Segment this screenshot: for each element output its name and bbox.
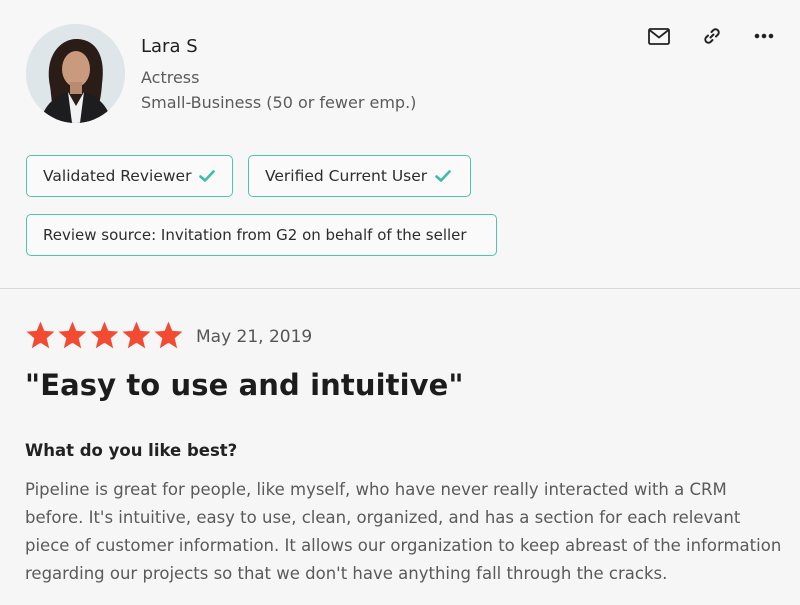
- review-question: What do you like best?: [25, 441, 238, 460]
- validated-reviewer-badge[interactable]: Validated Reviewer: [26, 155, 233, 197]
- review-date: May 21, 2019: [196, 327, 313, 347]
- star-rating: [25, 320, 184, 350]
- validated-reviewer-label: Validated Reviewer: [43, 167, 192, 185]
- check-icon: [199, 170, 216, 182]
- reviewer-panel: Lara S Actress Small-Business (50 or few…: [0, 0, 800, 288]
- star-icon: [26, 321, 55, 349]
- review-source-badge[interactable]: Review source: Invitation from G2 on beh…: [26, 214, 497, 256]
- verified-current-user-label: Verified Current User: [265, 167, 428, 185]
- link-button[interactable]: [699, 24, 725, 48]
- star-icon: [90, 321, 119, 349]
- reviewer-name[interactable]: Lara S: [141, 36, 198, 57]
- divider: [0, 288, 800, 289]
- star-icon: [58, 321, 87, 349]
- avatar[interactable]: [26, 24, 125, 123]
- star-icon: [122, 321, 151, 349]
- review-answer: Pipeline is great for people, like mysel…: [25, 480, 782, 583]
- more-button[interactable]: [751, 24, 777, 48]
- star-icon: [154, 321, 183, 349]
- review-title: "Easy to use and intuitive": [25, 368, 464, 402]
- more-icon: [754, 33, 774, 39]
- avatar-image: [26, 24, 125, 123]
- mail-icon: [648, 27, 670, 45]
- reviewer-company-size: Small-Business (50 or fewer emp.): [141, 93, 417, 112]
- mail-button[interactable]: [646, 24, 672, 48]
- review-source-label: Review source: Invitation from G2 on beh…: [43, 226, 467, 244]
- verified-current-user-badge[interactable]: Verified Current User: [248, 155, 471, 197]
- reviewer-role: Actress: [141, 68, 200, 87]
- check-icon: [435, 170, 451, 182]
- link-icon: [704, 28, 720, 44]
